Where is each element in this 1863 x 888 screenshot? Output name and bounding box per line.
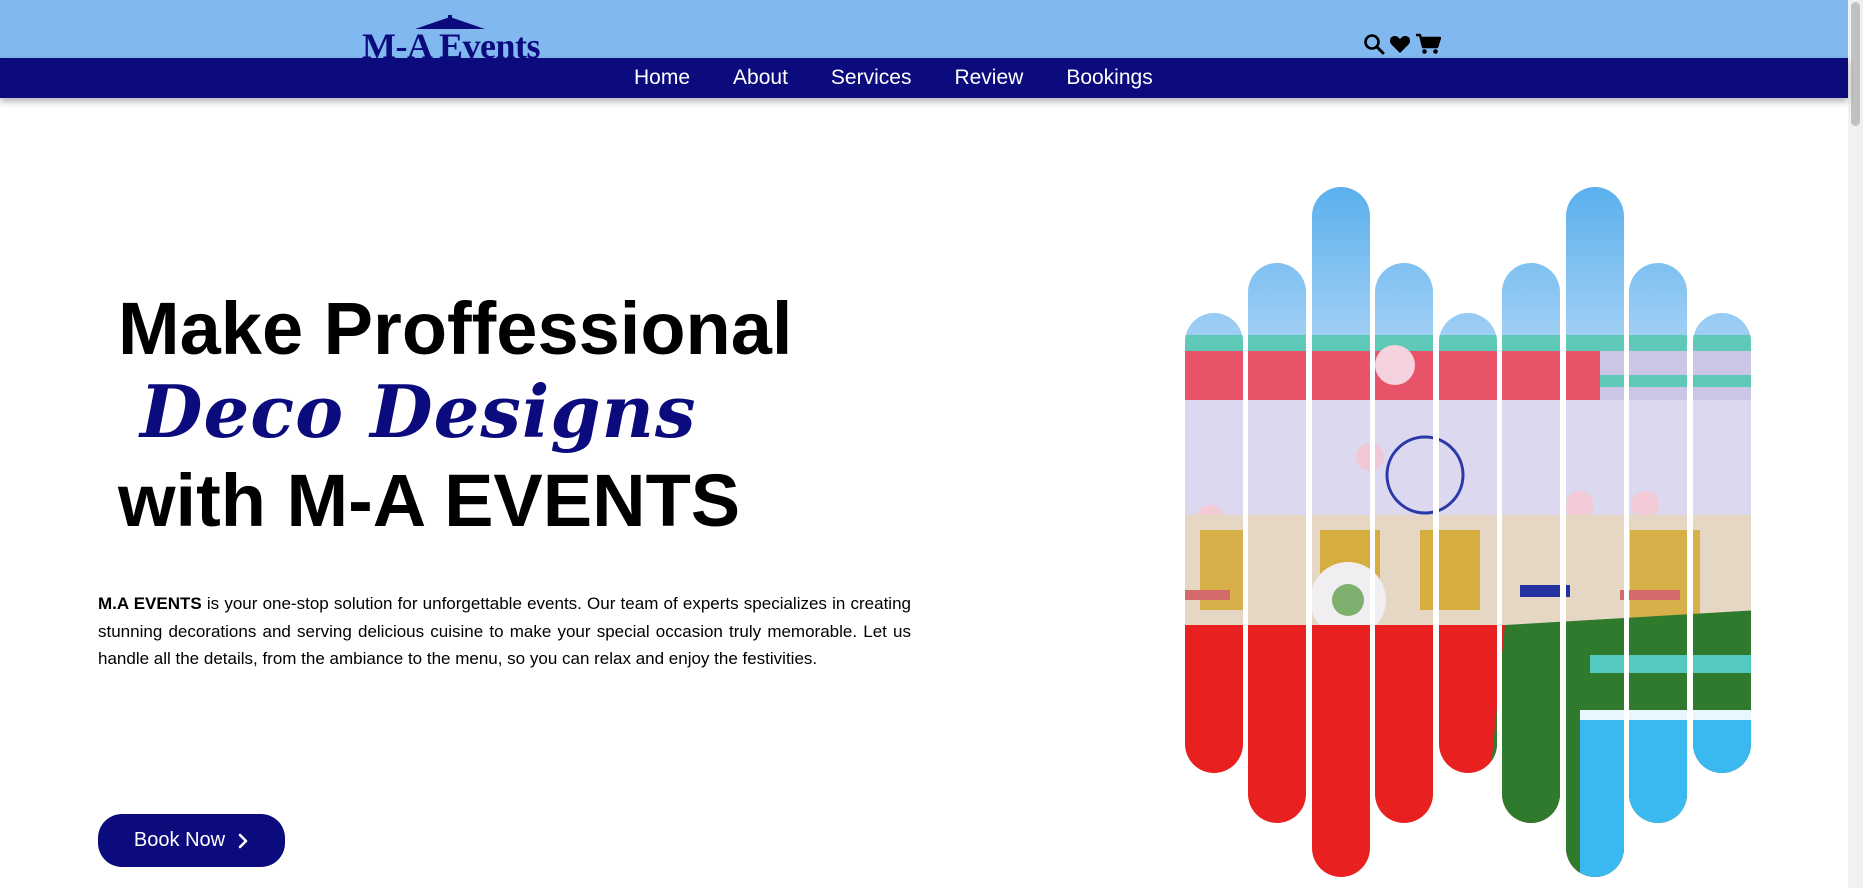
hero-description-text: is your one-stop solution for unforgetta… [98, 594, 911, 668]
hero-description-brand: M.A EVENTS [98, 594, 202, 613]
nav-home[interactable]: Home [634, 66, 690, 90]
nav-review[interactable]: Review [954, 66, 1023, 90]
nav-about[interactable]: About [733, 66, 788, 90]
brand-logo[interactable]: M-A Events [360, 12, 540, 60]
nav-services[interactable]: Services [831, 66, 912, 90]
hero-title-line1: Make Proffessional [118, 287, 793, 370]
book-now-button[interactable]: Book Now [98, 814, 285, 867]
page: M-A Events Home About Services Review Bo… [0, 0, 1863, 888]
chevron-right-icon [238, 833, 248, 848]
cart-icon[interactable] [1415, 33, 1441, 55]
top-bar [0, 0, 1848, 58]
main-nav: Home About Services Review Bookings [634, 58, 1196, 98]
book-now-label: Book Now [133, 829, 226, 851]
page-scrollbar[interactable] [1848, 0, 1863, 888]
hero-description: M.A EVENTS is your one-stop solution for… [98, 590, 911, 673]
event-decoration-photo [1185, 187, 1751, 877]
header-icons [1363, 33, 1441, 55]
hero-title-line3: with M-A EVENTS [118, 459, 741, 542]
scrollbar-thumb[interactable] [1851, 2, 1860, 126]
hero-image-collage [1180, 185, 1760, 880]
search-icon[interactable] [1363, 33, 1385, 55]
hero-title-highlight: Deco Designs [140, 369, 697, 454]
heart-icon[interactable] [1389, 33, 1411, 55]
nav-bookings[interactable]: Bookings [1066, 66, 1152, 90]
logo-text: M-A Events [362, 26, 540, 60]
